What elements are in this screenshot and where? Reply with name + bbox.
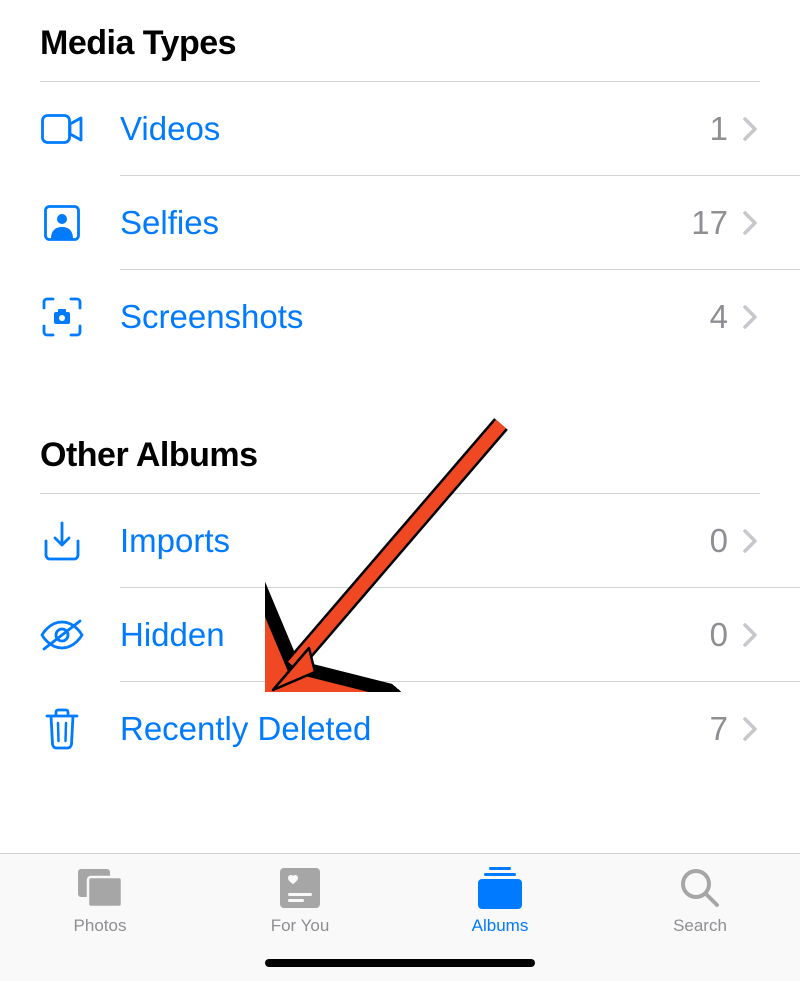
trash-icon <box>40 707 84 751</box>
row-label: Imports <box>120 522 710 560</box>
tab-search[interactable]: Search <box>600 866 800 936</box>
row-count: 4 <box>710 298 728 336</box>
chevron-right-icon <box>740 715 760 743</box>
tab-label: Photos <box>74 916 127 936</box>
eye-slash-icon <box>40 613 84 657</box>
media-types-header: Media Types <box>40 0 760 81</box>
chevron-right-icon <box>740 527 760 555</box>
row-count: 1 <box>710 110 728 148</box>
row-imports[interactable]: Imports 0 <box>40 494 760 588</box>
person-square-icon <box>40 201 84 245</box>
tab-for-you[interactable]: For You <box>200 866 400 936</box>
tab-label: For You <box>271 916 330 936</box>
tab-label: Albums <box>472 916 529 936</box>
row-videos[interactable]: Videos 1 <box>40 82 760 176</box>
tab-albums[interactable]: Albums <box>400 866 600 936</box>
chevron-right-icon <box>740 303 760 331</box>
download-icon <box>40 519 84 563</box>
viewfinder-camera-icon <box>40 295 84 339</box>
row-hidden[interactable]: Hidden 0 <box>40 588 760 682</box>
video-icon <box>40 107 84 151</box>
row-label: Selfies <box>120 204 691 242</box>
media-types-section: Media Types Videos 1 <box>40 0 760 364</box>
row-count: 7 <box>710 710 728 748</box>
row-count: 0 <box>710 616 728 654</box>
search-tab-icon <box>676 866 724 910</box>
tab-label: Search <box>673 916 727 936</box>
row-label: Recently Deleted <box>120 710 710 748</box>
tab-photos[interactable]: Photos <box>0 866 200 936</box>
row-count: 17 <box>691 204 728 242</box>
photos-tab-icon <box>76 866 124 910</box>
albums-tab-icon <box>476 866 524 910</box>
other-albums-section: Other Albums Imports 0 <box>40 412 760 776</box>
chevron-right-icon <box>740 621 760 649</box>
row-selfies[interactable]: Selfies 17 <box>40 176 760 270</box>
row-label: Videos <box>120 110 710 148</box>
chevron-right-icon <box>740 209 760 237</box>
row-screenshots[interactable]: Screenshots 4 <box>40 270 760 364</box>
chevron-right-icon <box>740 115 760 143</box>
row-label: Screenshots <box>120 298 710 336</box>
for-you-tab-icon <box>276 866 324 910</box>
row-label: Hidden <box>120 616 710 654</box>
other-albums-header: Other Albums <box>40 412 760 493</box>
row-recently-deleted[interactable]: Recently Deleted 7 <box>40 682 760 776</box>
home-indicator[interactable] <box>265 959 535 967</box>
row-count: 0 <box>710 522 728 560</box>
